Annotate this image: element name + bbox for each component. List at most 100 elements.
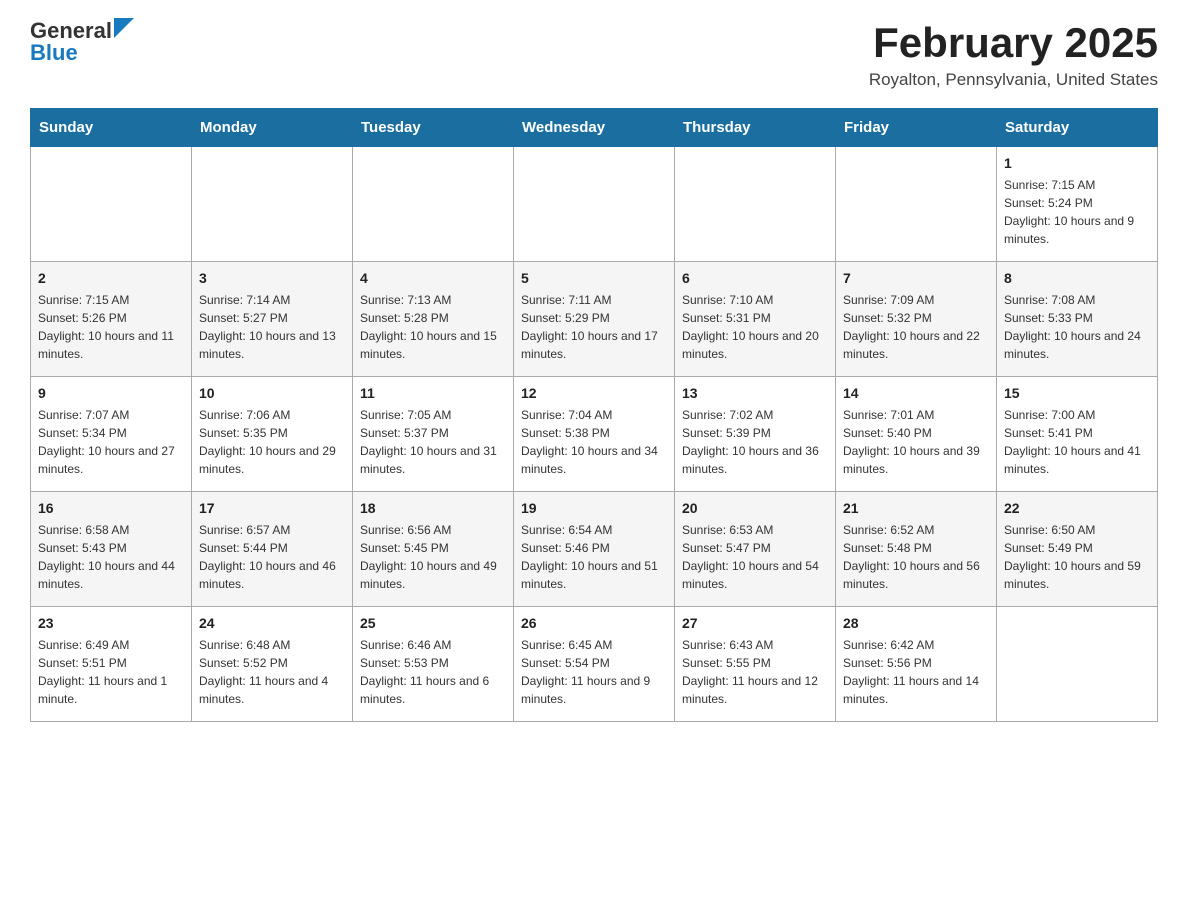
- day-number: 10: [199, 383, 345, 403]
- col-header-wednesday: Wednesday: [514, 109, 675, 147]
- day-info: Sunrise: 6:53 AMSunset: 5:47 PMDaylight:…: [682, 521, 828, 593]
- day-info: Sunrise: 7:07 AMSunset: 5:34 PMDaylight:…: [38, 406, 184, 478]
- day-number: 19: [521, 498, 667, 518]
- calendar-cell: 27 Sunrise: 6:43 AMSunset: 5:55 PMDayligh…: [675, 607, 836, 722]
- calendar-cell: 19Sunrise: 6:54 AMSunset: 5:46 PMDayligh…: [514, 492, 675, 607]
- calendar-cell: 20 Sunrise: 6:53 AMSunset: 5:47 PMDayligh…: [675, 492, 836, 607]
- calendar-cell: [192, 147, 353, 262]
- day-info: Sunrise: 6:50 AMSunset: 5:49 PMDaylight:…: [1004, 521, 1150, 593]
- calendar-cell: 9 Sunrise: 7:07 AMSunset: 5:34 PMDaylight…: [31, 377, 192, 492]
- day-info: Sunrise: 6:43 AMSunset: 5:55 PMDaylight:…: [682, 636, 828, 708]
- day-number: 7: [843, 268, 989, 288]
- day-info: Sunrise: 7:04 AMSunset: 5:38 PMDaylight:…: [521, 406, 667, 478]
- day-number: 21: [843, 498, 989, 518]
- day-number: 26: [521, 613, 667, 633]
- calendar-cell: 13 Sunrise: 7:02 AMSunset: 5:39 PMDayligh…: [675, 377, 836, 492]
- day-number: 8: [1004, 268, 1150, 288]
- page-header: General Blue February 2025 Royalton, Pen…: [30, 20, 1158, 90]
- day-number: 27: [682, 613, 828, 633]
- calendar-cell: 8 Sunrise: 7:08 AMSunset: 5:33 PMDaylight…: [997, 262, 1158, 377]
- day-info: Sunrise: 7:00 AMSunset: 5:41 PMDaylight:…: [1004, 406, 1150, 478]
- day-number: 16: [38, 498, 184, 518]
- day-number: 11: [360, 383, 506, 403]
- calendar-cell: 26 Sunrise: 6:45 AMSunset: 5:54 PMDayligh…: [514, 607, 675, 722]
- calendar-cell: [997, 607, 1158, 722]
- day-number: 3: [199, 268, 345, 288]
- col-header-thursday: Thursday: [675, 109, 836, 147]
- calendar-week-1: 1 Sunrise: 7:15 AMSunset: 5:24 PMDaylight…: [31, 147, 1158, 262]
- day-info: Sunrise: 7:09 AMSunset: 5:32 PMDaylight:…: [843, 291, 989, 363]
- calendar-cell: 15Sunrise: 7:00 AMSunset: 5:41 PMDayligh…: [997, 377, 1158, 492]
- calendar-week-3: 9 Sunrise: 7:07 AMSunset: 5:34 PMDaylight…: [31, 377, 1158, 492]
- day-info: Sunrise: 7:14 AMSunset: 5:27 PMDaylight:…: [199, 291, 345, 363]
- calendar-cell: 2 Sunrise: 7:15 AMSunset: 5:26 PMDaylight…: [31, 262, 192, 377]
- calendar-cell: [514, 147, 675, 262]
- calendar-cell: 12Sunrise: 7:04 AMSunset: 5:38 PMDayligh…: [514, 377, 675, 492]
- calendar-week-2: 2 Sunrise: 7:15 AMSunset: 5:26 PMDaylight…: [31, 262, 1158, 377]
- calendar-cell: 11 Sunrise: 7:05 AMSunset: 5:37 PMDayligh…: [353, 377, 514, 492]
- calendar-cell: 3 Sunrise: 7:14 AMSunset: 5:27 PMDaylight…: [192, 262, 353, 377]
- col-header-sunday: Sunday: [31, 109, 192, 147]
- day-number: 22: [1004, 498, 1150, 518]
- day-number: 13: [682, 383, 828, 403]
- day-info: Sunrise: 7:15 AMSunset: 5:26 PMDaylight:…: [38, 291, 184, 363]
- day-number: 28: [843, 613, 989, 633]
- calendar-cell: 18Sunrise: 6:56 AMSunset: 5:45 PMDayligh…: [353, 492, 514, 607]
- calendar-cell: 10 Sunrise: 7:06 AMSunset: 5:35 PMDayligh…: [192, 377, 353, 492]
- calendar-week-5: 23 Sunrise: 6:49 AMSunset: 5:51 PMDayligh…: [31, 607, 1158, 722]
- calendar-cell: [675, 147, 836, 262]
- day-info: Sunrise: 6:52 AMSunset: 5:48 PMDaylight:…: [843, 521, 989, 593]
- day-number: 1: [1004, 153, 1150, 173]
- day-number: 18: [360, 498, 506, 518]
- location-text: Royalton, Pennsylvania, United States: [869, 70, 1158, 90]
- calendar-cell: [31, 147, 192, 262]
- day-info: Sunrise: 6:57 AMSunset: 5:44 PMDaylight:…: [199, 521, 345, 593]
- calendar-header-row: SundayMondayTuesdayWednesdayThursdayFrid…: [31, 109, 1158, 147]
- day-number: 23: [38, 613, 184, 633]
- day-number: 20: [682, 498, 828, 518]
- day-info: Sunrise: 6:48 AMSunset: 5:52 PMDaylight:…: [199, 636, 345, 708]
- day-number: 5: [521, 268, 667, 288]
- day-info: Sunrise: 7:02 AMSunset: 5:39 PMDaylight:…: [682, 406, 828, 478]
- logo-general-text: General: [30, 20, 112, 42]
- day-info: Sunrise: 7:11 AMSunset: 5:29 PMDaylight:…: [521, 291, 667, 363]
- calendar-cell: [353, 147, 514, 262]
- col-header-friday: Friday: [836, 109, 997, 147]
- calendar-cell: 21 Sunrise: 6:52 AMSunset: 5:48 PMDayligh…: [836, 492, 997, 607]
- day-number: 9: [38, 383, 184, 403]
- col-header-saturday: Saturday: [997, 109, 1158, 147]
- logo: General Blue: [30, 20, 134, 64]
- day-number: 24: [199, 613, 345, 633]
- calendar-cell: 14Sunrise: 7:01 AMSunset: 5:40 PMDayligh…: [836, 377, 997, 492]
- calendar-cell: 7 Sunrise: 7:09 AMSunset: 5:32 PMDaylight…: [836, 262, 997, 377]
- day-number: 4: [360, 268, 506, 288]
- calendar-cell: 4 Sunrise: 7:13 AMSunset: 5:28 PMDaylight…: [353, 262, 514, 377]
- day-number: 17: [199, 498, 345, 518]
- calendar-cell: 6 Sunrise: 7:10 AMSunset: 5:31 PMDaylight…: [675, 262, 836, 377]
- day-number: 2: [38, 268, 184, 288]
- day-info: Sunrise: 7:08 AMSunset: 5:33 PMDaylight:…: [1004, 291, 1150, 363]
- calendar-week-4: 16 Sunrise: 6:58 AMSunset: 5:43 PMDayligh…: [31, 492, 1158, 607]
- day-info: Sunrise: 6:45 AMSunset: 5:54 PMDaylight:…: [521, 636, 667, 708]
- day-info: Sunrise: 6:42 AMSunset: 5:56 PMDaylight:…: [843, 636, 989, 708]
- calendar-cell: 1 Sunrise: 7:15 AMSunset: 5:24 PMDaylight…: [997, 147, 1158, 262]
- calendar-cell: 28 Sunrise: 6:42 AMSunset: 5:56 PMDayligh…: [836, 607, 997, 722]
- day-info: Sunrise: 7:01 AMSunset: 5:40 PMDaylight:…: [843, 406, 989, 478]
- calendar-cell: 5 Sunrise: 7:11 AMSunset: 5:29 PMDaylight…: [514, 262, 675, 377]
- day-info: Sunrise: 7:13 AMSunset: 5:28 PMDaylight:…: [360, 291, 506, 363]
- day-info: Sunrise: 7:15 AMSunset: 5:24 PMDaylight:…: [1004, 176, 1150, 248]
- logo-triangle-icon: [114, 18, 134, 38]
- day-number: 25: [360, 613, 506, 633]
- day-info: Sunrise: 7:10 AMSunset: 5:31 PMDaylight:…: [682, 291, 828, 363]
- day-number: 6: [682, 268, 828, 288]
- calendar-cell: 16 Sunrise: 6:58 AMSunset: 5:43 PMDayligh…: [31, 492, 192, 607]
- calendar-cell: 23 Sunrise: 6:49 AMSunset: 5:51 PMDayligh…: [31, 607, 192, 722]
- calendar-cell: 24 Sunrise: 6:48 AMSunset: 5:52 PMDayligh…: [192, 607, 353, 722]
- calendar-cell: 17 Sunrise: 6:57 AMSunset: 5:44 PMDayligh…: [192, 492, 353, 607]
- calendar-cell: 25Sunrise: 6:46 AMSunset: 5:53 PMDayligh…: [353, 607, 514, 722]
- title-block: February 2025 Royalton, Pennsylvania, Un…: [869, 20, 1158, 90]
- day-info: Sunrise: 7:05 AMSunset: 5:37 PMDaylight:…: [360, 406, 506, 478]
- day-info: Sunrise: 6:49 AMSunset: 5:51 PMDaylight:…: [38, 636, 184, 708]
- day-info: Sunrise: 7:06 AMSunset: 5:35 PMDaylight:…: [199, 406, 345, 478]
- day-info: Sunrise: 6:58 AMSunset: 5:43 PMDaylight:…: [38, 521, 184, 593]
